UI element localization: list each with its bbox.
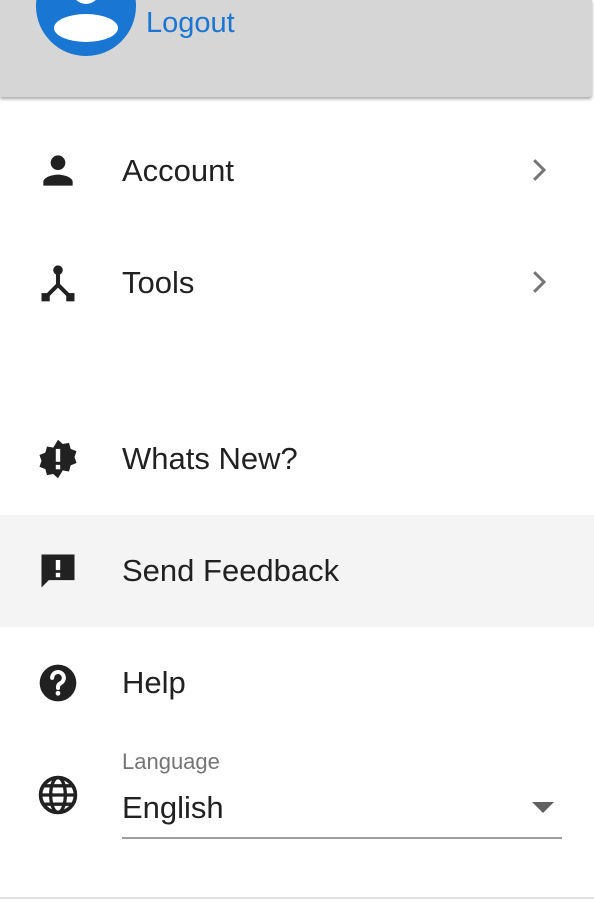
- drawer-header: Logout: [0, 0, 592, 97]
- chevron-right-icon: [533, 271, 547, 293]
- tools-icon: [41, 265, 75, 302]
- new-releases-icon: [39, 439, 77, 479]
- language-selector: Language English: [0, 740, 594, 850]
- person-icon: [43, 155, 73, 186]
- navigation-drawer: Logout Account Tools Whats New? Send Fee…: [0, 0, 594, 904]
- menu-item-help[interactable]: Help: [0, 627, 594, 739]
- menu-item-send-feedback[interactable]: Send Feedback: [0, 515, 594, 627]
- feedback-icon: [41, 554, 75, 588]
- language-caption: Language: [122, 749, 220, 774]
- language-dropdown[interactable]: Language English: [122, 748, 562, 840]
- dropdown-arrow-icon: [532, 802, 554, 813]
- help-icon: [39, 664, 77, 702]
- globe-icon: [38, 775, 78, 815]
- avatar-icon[interactable]: [36, 0, 136, 56]
- divider: [0, 897, 594, 899]
- menu-item-account[interactable]: Account: [0, 115, 594, 227]
- menu-item-label: Account: [122, 153, 235, 188]
- language-value: English: [122, 790, 224, 825]
- logout-link[interactable]: Logout: [146, 6, 235, 40]
- chevron-right-icon: [533, 159, 547, 181]
- dropdown-underline: [122, 837, 562, 839]
- menu-item-tools[interactable]: Tools: [0, 227, 594, 339]
- menu-item-label: Whats New?: [122, 441, 298, 476]
- menu-item-label: Help: [122, 665, 186, 700]
- menu-item-label: Tools: [122, 265, 195, 300]
- menu-item-label: Send Feedback: [122, 553, 340, 588]
- menu-item-whats-new[interactable]: Whats New?: [0, 403, 594, 515]
